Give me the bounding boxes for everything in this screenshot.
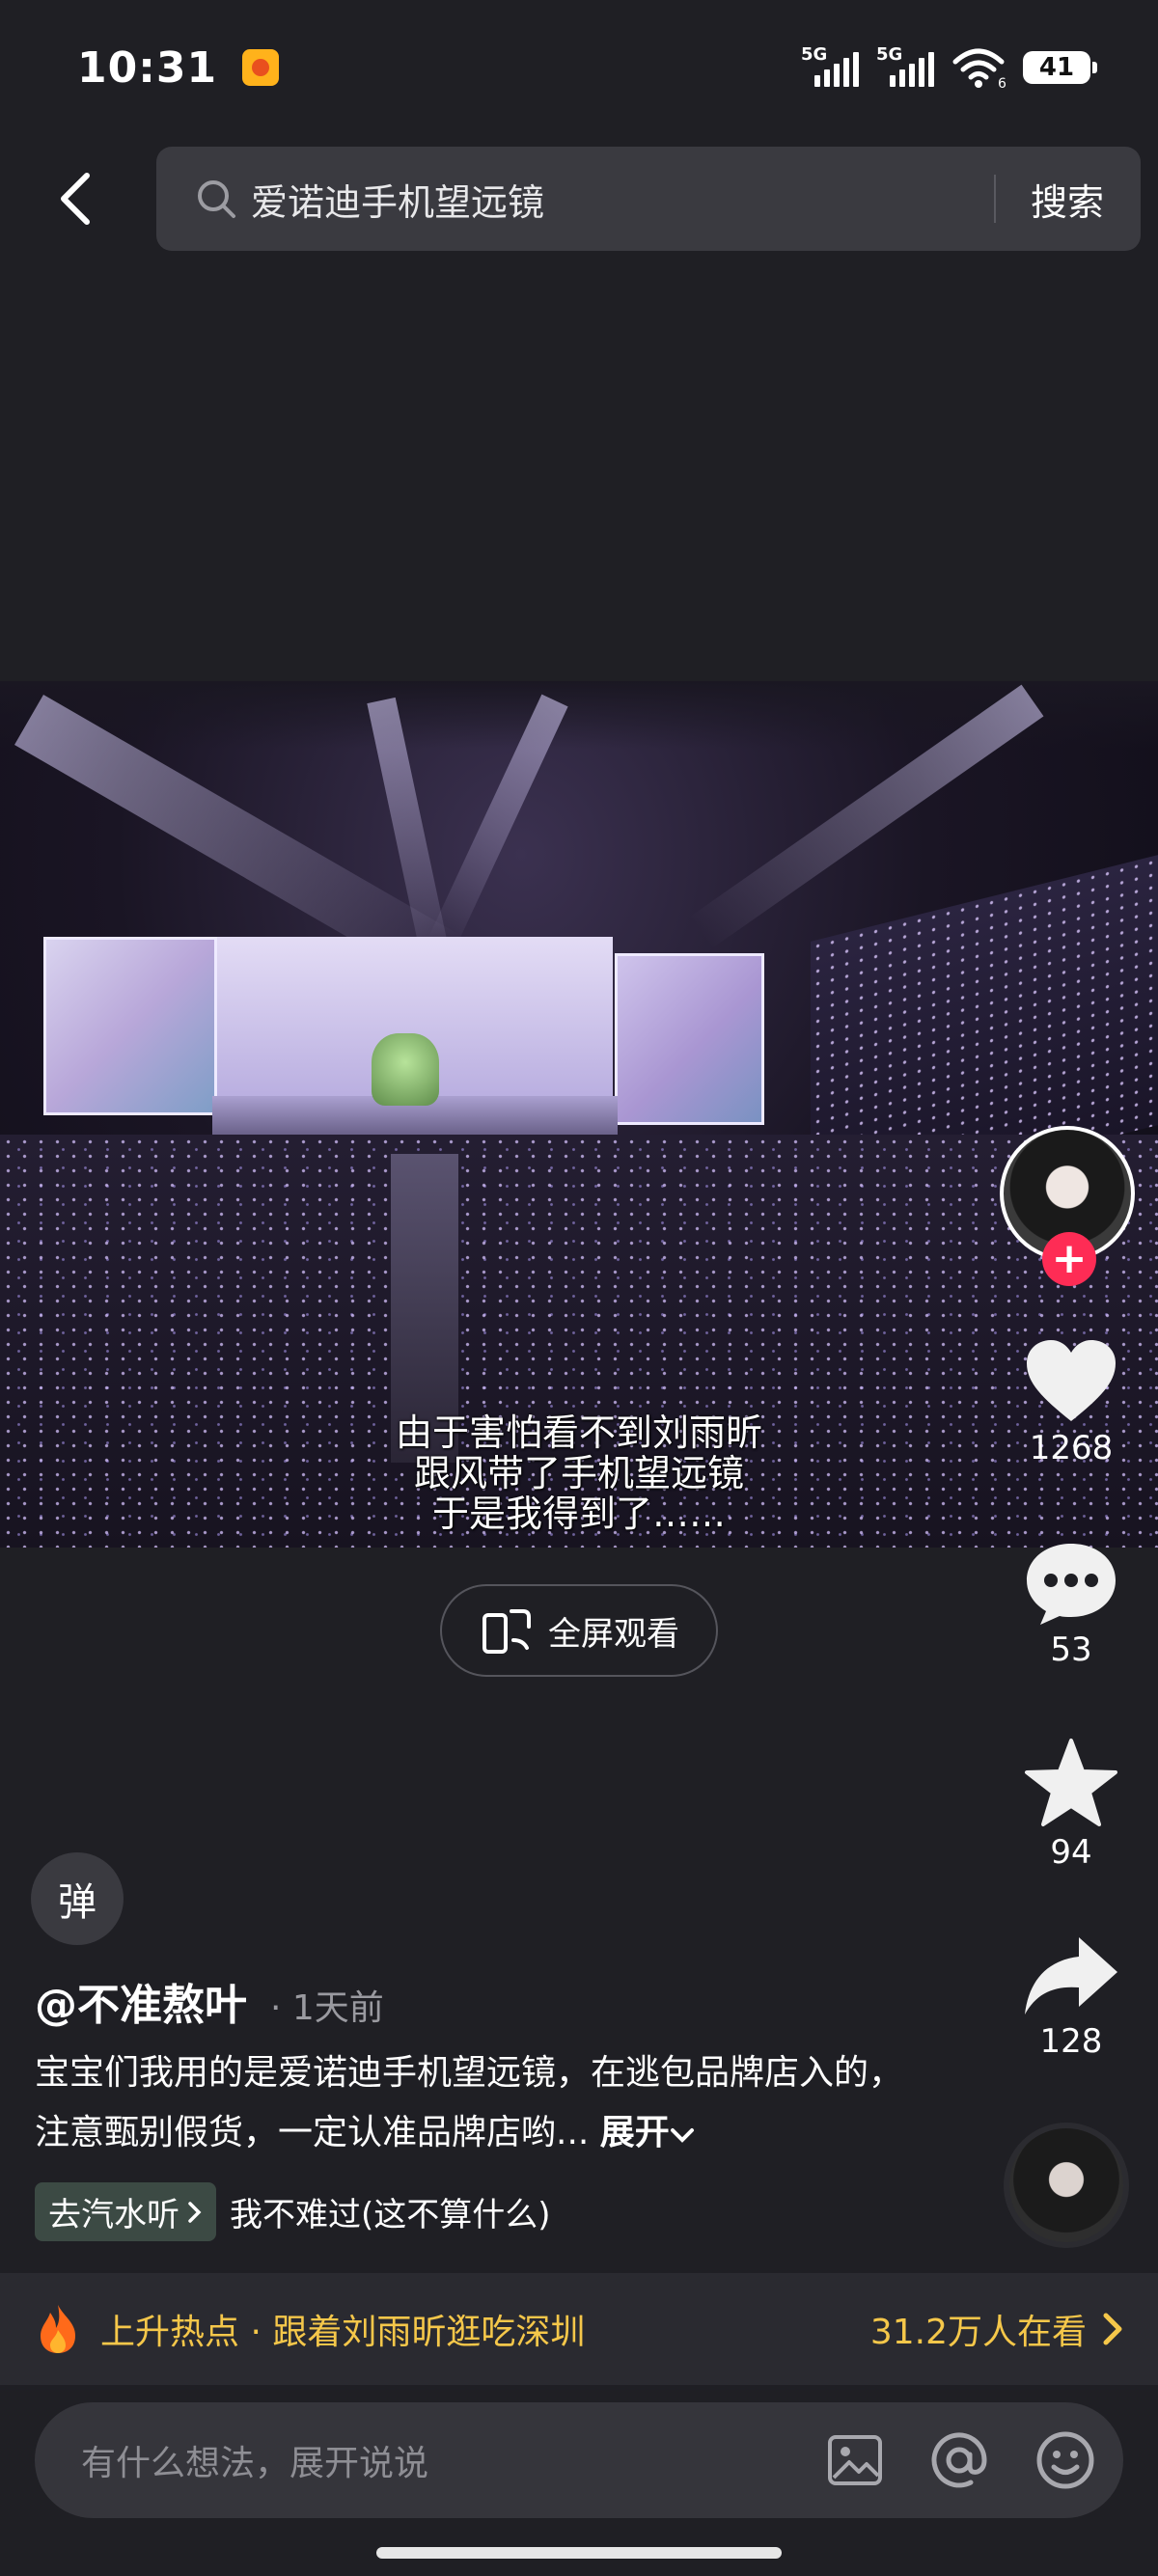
chevron-left-icon bbox=[61, 173, 90, 225]
clock: 10:31 bbox=[77, 42, 218, 93]
cellular-signal-icon: 5G bbox=[876, 44, 934, 87]
status-right: 5G 5G 6 41 bbox=[801, 44, 1097, 89]
music-row: 去汽水听 我不难过(这不算什么) bbox=[35, 2182, 551, 2241]
image-icon[interactable] bbox=[826, 2433, 884, 2487]
fullscreen-button[interactable]: 全屏观看 bbox=[440, 1584, 718, 1677]
comment-input[interactable]: 有什么想法，展开说说 bbox=[81, 2435, 782, 2485]
comment-icon bbox=[1027, 1544, 1116, 1625]
video-subtitles: 由于害怕看不到刘雨昕 跟风带了手机望远镜 于是我得到了…… bbox=[0, 1412, 1158, 1534]
search-input[interactable]: 爱诺迪手机望远镜 bbox=[251, 173, 994, 226]
comment-count: 53 bbox=[1050, 1631, 1092, 1669]
author-name[interactable]: @不准熬叶 bbox=[35, 1970, 247, 2032]
trending-viewers: 31.2万人在看 bbox=[869, 2313, 1087, 2352]
emoji-icon[interactable] bbox=[1034, 2429, 1096, 2491]
favorite-count: 94 bbox=[1050, 1833, 1092, 1872]
chevron-right-icon bbox=[188, 2201, 202, 2223]
notification-app-icon bbox=[242, 49, 280, 86]
chevron-right-icon bbox=[1103, 2313, 1122, 2345]
post-description[interactable]: 宝宝们我用的是爱诺迪手机望远镜，在逃包品牌店入的，注意甄别假货，一定认准品牌店哟… bbox=[35, 2043, 903, 2163]
music-title[interactable]: 我不难过(这不算什么) bbox=[230, 2188, 551, 2235]
author-line: @不准熬叶 · 1天前 bbox=[35, 1970, 384, 2032]
rotate-phone-icon bbox=[482, 1609, 531, 1654]
danmaku-toggle[interactable]: 弹 bbox=[31, 1852, 124, 1945]
search-bar[interactable]: 爱诺迪手机望远镜 搜索 bbox=[156, 147, 1141, 251]
subtitle-line: 于是我得到了…… bbox=[431, 1493, 726, 1535]
subtitle-line: 跟风带了手机望远镜 bbox=[413, 1452, 744, 1494]
like-button[interactable]: 1268 bbox=[1013, 1336, 1129, 1467]
battery-level: 41 bbox=[1038, 53, 1075, 82]
share-button[interactable]: 128 bbox=[1013, 1932, 1129, 2061]
video-player[interactable]: 由于害怕看不到刘雨昕 跟风带了手机望远镜 于是我得到了…… bbox=[0, 681, 1158, 1548]
favorite-button[interactable]: 94 bbox=[1013, 1737, 1129, 1872]
share-arrow-icon bbox=[1025, 1937, 1117, 2014]
home-indicator[interactable] bbox=[376, 2547, 782, 2559]
trending-banner[interactable]: 上升热点 · 跟着刘雨昕逛吃深圳 31.2万人在看 bbox=[0, 2273, 1158, 2385]
search-icon bbox=[198, 180, 235, 218]
flame-icon bbox=[41, 2305, 75, 2353]
mention-icon[interactable] bbox=[928, 2429, 990, 2491]
trending-topic: 上升热点 · 跟着刘雨昕逛吃深圳 bbox=[100, 2313, 586, 2352]
wifi-icon: 6 bbox=[952, 48, 1006, 89]
music-tag-label: 去汽水听 bbox=[48, 2196, 179, 2234]
stage-prop bbox=[372, 1033, 439, 1106]
stage-screen bbox=[615, 953, 764, 1125]
search-divider bbox=[993, 175, 996, 223]
follow-button[interactable]: + bbox=[1042, 1232, 1096, 1286]
network-type-label: 5G bbox=[801, 44, 828, 65]
danmaku-label: 弹 bbox=[58, 1880, 96, 1925]
like-count: 1268 bbox=[1029, 1429, 1114, 1467]
back-button[interactable] bbox=[46, 166, 104, 232]
music-disc[interactable] bbox=[1004, 2123, 1129, 2248]
status-left: 10:31 bbox=[77, 42, 280, 93]
music-app-link[interactable]: 去汽水听 bbox=[35, 2182, 216, 2241]
battery-icon: 41 bbox=[1023, 51, 1097, 84]
stage-screen bbox=[43, 937, 217, 1115]
comment-bar[interactable]: 有什么想法，展开说说 bbox=[35, 2402, 1123, 2518]
cellular-signal-icon: 5G bbox=[801, 44, 859, 87]
search-button[interactable]: 搜索 bbox=[1031, 173, 1104, 226]
star-icon bbox=[1025, 1739, 1117, 1826]
expand-button[interactable]: 展开 bbox=[600, 2113, 695, 2152]
network-type-label: 5G bbox=[876, 44, 903, 65]
heart-icon bbox=[1027, 1340, 1116, 1421]
chevron-down-icon bbox=[670, 2128, 694, 2143]
description-text: 宝宝们我用的是爱诺迪手机望远镜，在逃包品牌店入的，注意甄别假货，一定认准品牌店哟… bbox=[35, 2053, 904, 2152]
post-time: · 1天前 bbox=[270, 1988, 384, 2028]
wifi-label: 6 bbox=[998, 76, 1006, 89]
comment-button[interactable]: 53 bbox=[1013, 1538, 1129, 1669]
status-bar: 10:31 5G 5G 6 41 bbox=[0, 0, 1158, 135]
fullscreen-label: 全屏观看 bbox=[548, 1614, 679, 1654]
subtitle-line: 由于害怕看不到刘雨昕 bbox=[395, 1411, 762, 1454]
share-count: 128 bbox=[1039, 2022, 1103, 2061]
